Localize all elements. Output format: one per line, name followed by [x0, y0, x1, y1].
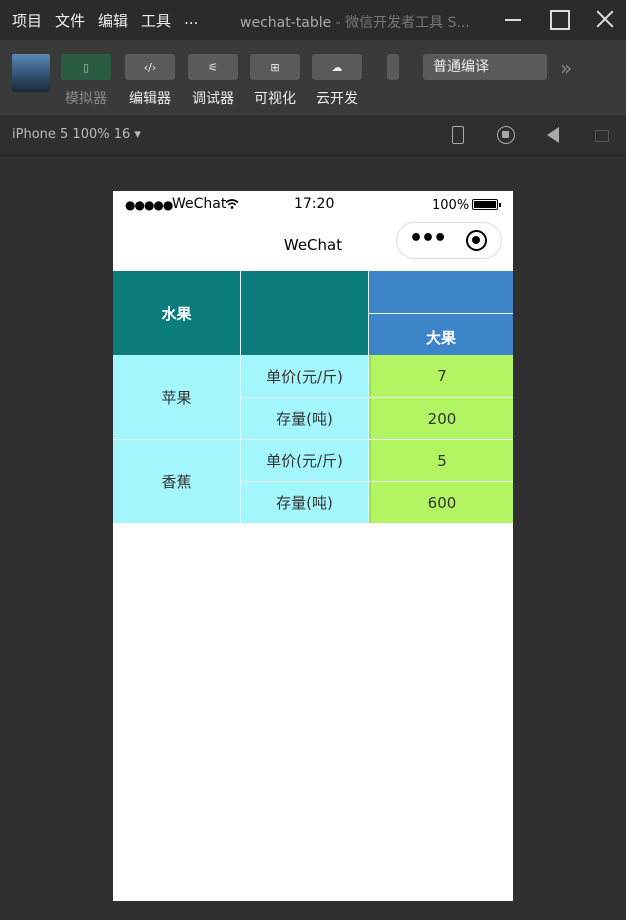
menu-bar: 项目 文件 编辑 工具 ...: [12, 10, 198, 31]
row-label: 存量(吨): [241, 398, 369, 439]
row-group-name: 香蕉: [113, 440, 241, 523]
device-tools: [448, 125, 612, 145]
nav-bar: WeChat •••: [113, 219, 513, 271]
row-value: 600: [369, 482, 513, 523]
battery-icon: [472, 199, 501, 210]
simulator-label: 模拟器: [65, 91, 107, 107]
visualize-label: 可视化: [254, 91, 296, 107]
more-dots-icon[interactable]: •••: [409, 227, 447, 251]
menu-item-more[interactable]: ...: [184, 10, 198, 31]
cloud-icon: ☁: [312, 54, 362, 80]
row-label: 单价(元/斤): [241, 355, 369, 397]
row-group-name: 苹果: [113, 355, 241, 439]
window-controls: [502, 8, 616, 30]
editor-label: 编辑器: [129, 91, 171, 107]
compile-mode-select[interactable]: 普通编译: [423, 54, 547, 80]
editor-button[interactable]: ‹/› 编辑器: [125, 54, 175, 108]
device-select[interactable]: iPhone 5 100% 16 ▾: [12, 127, 141, 142]
battery-percent: 100%: [432, 198, 470, 213]
menu-item-project[interactable]: 项目: [12, 10, 42, 31]
phone-simulator: ●●●●● WeChat 17:20 100% WeChat ••• 水果 大果…: [113, 191, 513, 901]
sound-icon[interactable]: [544, 125, 564, 145]
header-blank: [241, 271, 369, 355]
menu-item-file[interactable]: 文件: [55, 10, 85, 31]
carrier-label: WeChat: [172, 196, 227, 212]
signal-icon: ●●●●●: [125, 198, 173, 212]
window-title-project: wechat-table: [240, 15, 332, 31]
code-icon: ‹/›: [125, 54, 175, 80]
debugger-label: 调试器: [192, 91, 234, 107]
row-value: 7: [369, 355, 513, 397]
toolbar: ▯ 模拟器 ‹/› 编辑器 ⚟ 调试器 ⊞ 可视化 ☁ 云开发 普通编译 »: [0, 40, 626, 115]
capsule-menu: •••: [396, 222, 502, 259]
more-chevron-icon[interactable]: »: [560, 56, 572, 80]
row-value: 5: [369, 440, 513, 481]
device-bar: iPhone 5 100% 16 ▾: [0, 115, 626, 156]
maximize-icon[interactable]: [548, 8, 570, 30]
phone-icon: ▯: [61, 54, 111, 80]
status-bar: ●●●●● WeChat 17:20 100%: [113, 191, 513, 219]
visualize-button[interactable]: ⊞ 可视化: [250, 54, 300, 108]
menu-item-edit[interactable]: 编辑: [98, 10, 128, 31]
cloud-label: 云开发: [316, 91, 358, 107]
row-label: 单价(元/斤): [241, 440, 369, 481]
window-title-suffix: - 微信开发者工具 S...: [331, 15, 470, 31]
row-value: 200: [369, 398, 513, 439]
close-icon[interactable]: [594, 8, 616, 30]
cloud-button[interactable]: ☁ 云开发: [312, 54, 362, 108]
debugger-button[interactable]: ⚟ 调试器: [188, 54, 238, 108]
layout-icon: ⊞: [250, 54, 300, 80]
minimize-icon[interactable]: [502, 8, 524, 30]
detach-window-icon[interactable]: [592, 125, 612, 145]
window-title: wechat-table - 微信开发者工具 S...: [240, 12, 485, 32]
header-top-right: [369, 271, 513, 313]
toolbar-collapse-handle[interactable]: [387, 54, 399, 80]
wifi-icon: [225, 199, 239, 209]
row-label: 存量(吨): [241, 482, 369, 523]
phone-icon[interactable]: [448, 125, 468, 145]
menu-item-tools[interactable]: 工具: [141, 10, 171, 31]
record-icon[interactable]: [496, 125, 516, 145]
title-bar: 项目 文件 编辑 工具 ... wechat-table - 微信开发者工具 S…: [0, 0, 626, 40]
header-big-fruit: 大果: [369, 314, 513, 355]
status-time: 17:20: [294, 196, 335, 212]
debug-icon: ⚟: [188, 54, 238, 80]
close-target-icon[interactable]: [466, 230, 487, 251]
avatar[interactable]: [12, 54, 50, 92]
simulator-button[interactable]: ▯ 模拟器: [61, 54, 111, 108]
header-fruit: 水果: [113, 271, 241, 355]
